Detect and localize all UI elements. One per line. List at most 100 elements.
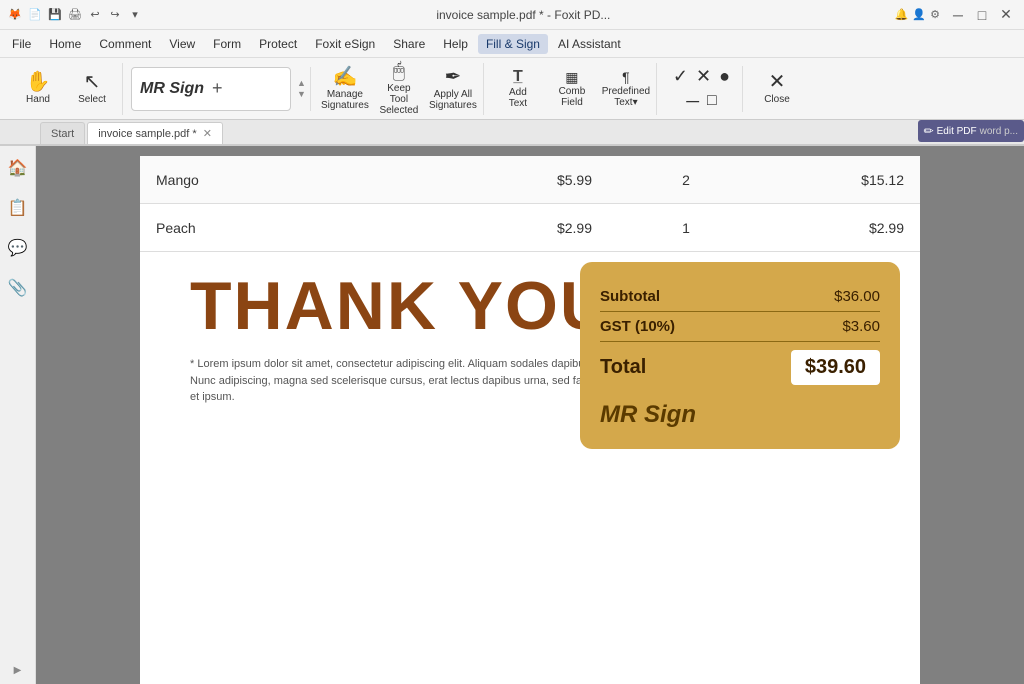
editor-icon: ✏ [924,124,934,138]
menu-protect[interactable]: Protect [251,34,305,54]
sidebar: 🏠 📋 💬 📎 ▶ [0,146,36,684]
apply-all-signatures-button[interactable]: ✒ Apply AllSignatures [427,63,479,115]
item-cell: Peach [140,212,452,244]
add-text-icon: T̲ [513,69,523,85]
sidebar-comments-button[interactable]: 💬 [4,234,32,262]
pdf-page: Mango $5.99 2 $15.12 Peach $2.99 1 $2.99… [140,156,920,684]
scroll-up-arrow[interactable]: ▲ [297,78,306,89]
tab-invoice[interactable]: invoice sample.pdf * ✕ [87,122,223,144]
edit-pdf-button[interactable]: ✏ Edit PDF word p... [918,120,1024,142]
toolbar-symbols-section: ✓ ✕ ● ─ □ [661,66,743,112]
window-controls[interactable]: ─ □ ✕ [948,5,1016,25]
signature-scroll[interactable]: ▲ ▼ [297,78,306,100]
checkmark-button[interactable]: ✓ [673,66,688,87]
total-value: $39.60 [791,350,880,385]
dropdown-icon[interactable]: ▾ [128,8,142,22]
tab-bar-right: ✏ Edit PDF word p... [918,120,1024,142]
gst-label: GST (10%) [600,318,675,335]
redo-icon[interactable]: ↪ [108,8,122,22]
apply-all-icon: ✒ [445,67,462,87]
brand-name: MR Sign [600,401,880,429]
menu-comment[interactable]: Comment [91,34,159,54]
menu-fill-sign[interactable]: Fill & Sign [478,34,548,54]
scroll-down-arrow[interactable]: ▼ [297,89,306,100]
total-label: Total [600,356,646,379]
save-icon[interactable]: 💾 [48,8,62,22]
qty-cell: 1 [608,212,764,244]
comb-field-button[interactable]: ▦ CombField [546,63,598,115]
toolbar-symbols-group: ✓ ✕ ● ─ □ [665,66,738,112]
main-layout: 🏠 📋 💬 📎 ▶ Mango $5.99 2 $15.12 Peach $2.… [0,146,1024,684]
add-text-button[interactable]: T̲ AddText [492,63,544,115]
sidebar-pages-button[interactable]: 📋 [4,194,32,222]
hand-tool-button[interactable]: ✋ Hand [12,63,64,115]
sidebar-home-button[interactable]: 🏠 [4,154,32,182]
toolbar-main-buttons: ✍ ManageSignatures 🖱 Keep ToolSelected ✒… [315,63,484,115]
gst-row: GST (10%) $3.60 [600,312,880,342]
tab-bar: Start invoice sample.pdf * ✕ ✏ Edit PDF … [0,120,1024,146]
circle-button[interactable]: ● [719,66,730,87]
predefined-icon: ¶ [622,70,630,84]
add-signature-button[interactable]: + [212,78,223,99]
print-icon[interactable]: 🖨 [68,8,82,22]
toolbar: ✋ Hand ↖ Select MR Sign + ▲ ▼ ✍ ManageSi… [0,58,1024,120]
minimize-button[interactable]: ─ [948,5,968,25]
price-cell: $5.99 [452,164,608,196]
thankyou-section: THANK YOU * Lorem ipsum dolor sit amet, … [140,252,920,426]
sidebar-attachments-button[interactable]: 📎 [4,274,32,302]
gst-value: $3.60 [842,318,880,335]
app-icon: 🦊 [8,8,22,22]
sidebar-expand-arrow[interactable]: ▶ [14,665,22,676]
summary-box: Subtotal $36.00 GST (10%) $3.60 Total $3… [580,262,900,449]
qty-cell: 2 [608,164,764,196]
title-bar: 🦊 📄 💾 🖨 ↩ ↪ ▾ invoice sample.pdf * - Fox… [0,0,1024,30]
close-toolbar-button[interactable]: ✕ Close [751,63,803,115]
menu-view[interactable]: View [161,34,203,54]
keep-tool-icon: 🖱 [393,61,405,81]
invoice-table: Mango $5.99 2 $15.12 Peach $2.99 1 $2.99 [140,156,920,252]
menu-ai-assistant[interactable]: AI Assistant [550,34,629,54]
signature-section: MR Sign + ▲ ▼ [127,67,311,111]
subtotal-label: Subtotal [600,288,660,305]
table-row: Mango $5.99 2 $15.12 [140,156,920,204]
x-mark-button[interactable]: ✕ [696,66,711,87]
manage-sig-icon: ✍ [332,67,357,87]
hand-icon: ✋ [26,72,51,92]
menu-share[interactable]: Share [385,34,433,54]
close-icon: ✕ [769,72,786,92]
maximize-button[interactable]: □ [972,5,992,25]
subtotal-value: $36.00 [834,288,880,305]
close-button[interactable]: ✕ [996,5,1016,25]
file-icon[interactable]: 📄 [28,8,42,22]
menu-form[interactable]: Form [205,34,249,54]
item-cell: Mango [140,164,452,196]
window-title: invoice sample.pdf * - Foxit PD... [152,8,895,22]
total-row: Total $39.60 [600,342,880,393]
toolbar-text-section: T̲ AddText ▦ CombField ¶ PredefinedText▾ [488,63,657,115]
signature-name: MR Sign [140,80,204,98]
title-bar-app-icons: 🦊 📄 💾 🖨 ↩ ↪ ▾ [8,8,142,22]
subtotal-row: Subtotal $36.00 [600,282,880,312]
select-tool-button[interactable]: ↖ Select [66,63,118,115]
total-cell: $2.99 [764,212,920,244]
undo-icon[interactable]: ↩ [88,8,102,22]
keep-tool-selected-button[interactable]: 🖱 Keep ToolSelected [373,63,425,115]
content-area: Mango $5.99 2 $15.12 Peach $2.99 1 $2.99… [36,146,1024,684]
select-icon: ↖ [84,72,101,92]
table-row: Peach $2.99 1 $2.99 [140,204,920,252]
tab-close-button[interactable]: ✕ [203,127,212,140]
tab-start[interactable]: Start [40,122,85,144]
square-button[interactable]: □ [707,92,717,110]
price-cell: $2.99 [452,212,608,244]
manage-signatures-button[interactable]: ✍ ManageSignatures [319,63,371,115]
menu-foxit-esign[interactable]: Foxit eSign [307,34,383,54]
signature-display: MR Sign + [131,67,291,111]
total-cell: $15.12 [764,164,920,196]
toolbar-tools-section: ✋ Hand ↖ Select [8,63,123,115]
predefined-text-button[interactable]: ¶ PredefinedText▾ [600,63,652,115]
menu-file[interactable]: File [4,34,39,54]
menu-help[interactable]: Help [435,34,476,54]
minus-button[interactable]: ─ [686,91,699,112]
menu-home[interactable]: Home [41,34,89,54]
menu-bar: File Home Comment View Form Protect Foxi… [0,30,1024,58]
